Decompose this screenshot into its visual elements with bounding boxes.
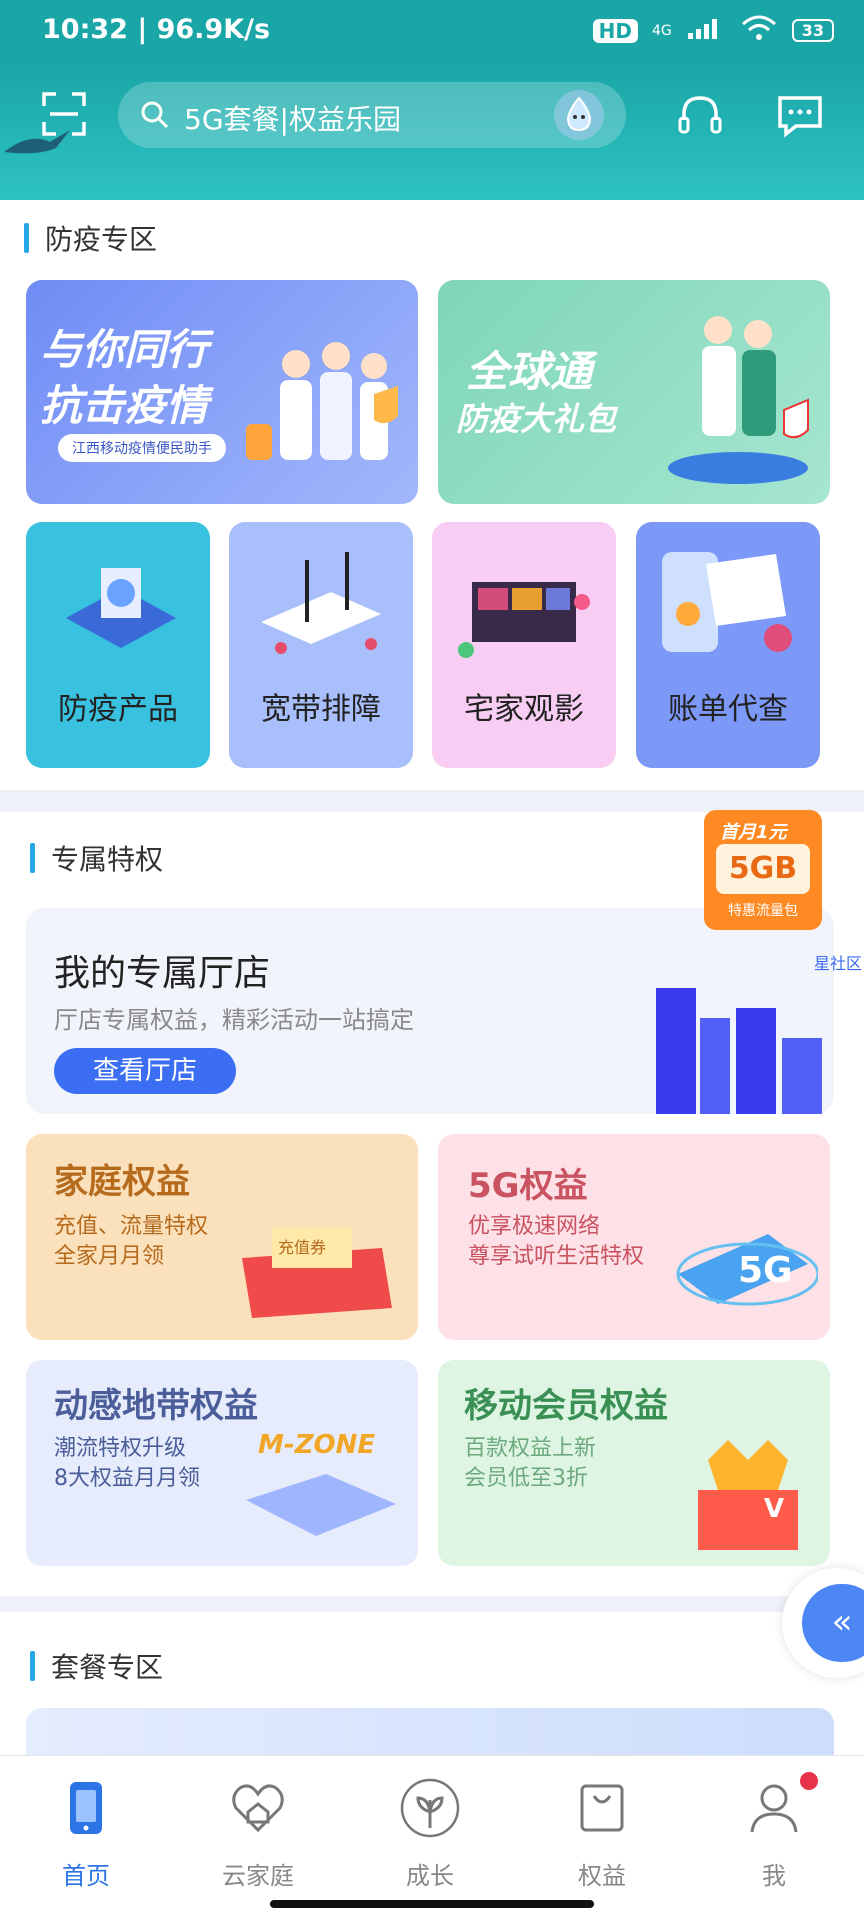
card-mzone-rights[interactable]: 动感地带权益 潮流特权升级 8大权益月月领 M-ZONE: [26, 1360, 418, 1566]
doctors-illustration: [246, 342, 398, 460]
banner-line1: 全球通: [466, 347, 593, 396]
home-indicator: [270, 1900, 594, 1908]
user-icon: [750, 1784, 798, 1833]
section-title-text: 套餐专区: [51, 1651, 164, 1684]
banner-line2: 抗击疫情: [40, 381, 209, 430]
card-title: 动感地带权益: [54, 1386, 258, 1426]
nav-label: 首页: [62, 1862, 110, 1890]
community-label: 星社区: [814, 954, 863, 973]
mzone-logo: M-ZONE: [258, 1430, 376, 1460]
epidemic-section: 防疫专区 与你同行 抗击疫情 江西移动疫情便民助手 全球通 防疫大礼包 防疫产品…: [0, 200, 864, 790]
section-title-text: 专属特权: [51, 843, 164, 876]
vip-mark: V: [764, 1494, 785, 1524]
bottom-nav: 首页 云家庭 成长 权益 我: [0, 1756, 864, 1920]
flow-package-badge[interactable]: 首月1元 5GB 特惠流量包: [704, 810, 822, 930]
nav-home[interactable]: 首页: [0, 1756, 172, 1920]
messages-button[interactable]: [776, 92, 824, 140]
banner-fight-epidemic[interactable]: 与你同行 抗击疫情 江西移动疫情便民助手: [26, 280, 418, 504]
card-member-rights[interactable]: 移动会员权益 百款权益上新 会员低至3折 V: [438, 1360, 830, 1566]
card-line2: 8大权益月月领: [54, 1466, 200, 1491]
status-bar: 10:32 | 96.9K/s HD 4G 33: [0, 0, 864, 64]
status-icons: HD 4G 33: [592, 14, 834, 47]
router-illustration: [261, 552, 381, 654]
view-store-button[interactable]: 查看厅店: [54, 1048, 236, 1094]
exclusive-section: 专属特权 我的专属厅店 厅店专属权益，精彩活动一站搞定 查看厅店 首月1元 5G…: [0, 810, 864, 1596]
platform-illustration: [246, 1474, 396, 1536]
tile-label: 账单代查: [668, 692, 788, 727]
nav-label: 我: [762, 1862, 786, 1890]
card-line1: 优享极速网络: [468, 1214, 601, 1239]
nav-growth[interactable]: 成长: [344, 1756, 516, 1920]
store-card[interactable]: 我的专属厅店 厅店专属权益，精彩活动一站搞定 查看厅店: [26, 908, 834, 1114]
nav-label: 权益: [578, 1862, 626, 1890]
card-title: 移动会员权益: [464, 1386, 668, 1426]
tile-epidemic-products[interactable]: 防疫产品: [26, 522, 210, 768]
badge-top-text: 首月1元: [720, 822, 787, 843]
scan-button[interactable]: [42, 92, 86, 136]
nav-label: 云家庭: [222, 1862, 294, 1890]
bill-illustration: [662, 552, 792, 652]
status-time: 10:32 | 96.9K/s: [42, 14, 271, 45]
tile-bill-query[interactable]: 账单代查: [636, 522, 820, 768]
card-title: 5G权益: [468, 1166, 588, 1206]
card-family-rights[interactable]: 家庭权益 充值、流量特权 全家月月领 充值券: [26, 1134, 418, 1340]
sprout-icon: [400, 1778, 460, 1838]
tv-illustration: [458, 582, 590, 658]
tile-home-movies[interactable]: 宅家观影: [432, 522, 616, 768]
heart-home-icon: [232, 1784, 284, 1833]
crown-gift-illustration: [698, 1440, 798, 1550]
card-line2: 全家月月领: [54, 1244, 165, 1269]
mascot-icon[interactable]: [554, 90, 604, 140]
notification-dot: [800, 1772, 818, 1790]
tile-broadband-fix[interactable]: 宽带排障: [229, 522, 413, 768]
card-line1: 充值、流量特权: [54, 1214, 209, 1239]
search-placeholder: 5G套餐|权益乐园: [184, 103, 401, 136]
section-title: 专属特权: [30, 838, 163, 878]
search-bar[interactable]: 5G套餐|权益乐园: [118, 82, 626, 148]
banner-line2: 防疫大礼包: [456, 400, 617, 438]
battery-icon: 33: [791, 19, 834, 42]
5g-mark: 5G: [738, 1250, 793, 1291]
banner-tag: 江西移动疫情便民助手: [58, 434, 226, 462]
signal-icon: [686, 15, 726, 46]
search-icon: [141, 101, 169, 129]
badge-sub-text: 特惠流量包: [728, 903, 798, 919]
tile-label: 防疫产品: [58, 692, 178, 727]
bag-icon: [580, 1784, 624, 1832]
tile-label: 宽带排障: [261, 692, 381, 727]
message-icon: [778, 96, 822, 138]
section-title-text: 防疫专区: [45, 223, 158, 256]
card-line2: 尊享试听生活特权: [468, 1244, 645, 1269]
card-5g-rights[interactable]: 5G权益 优享极速网络 尊享试听生活特权 5G: [438, 1134, 830, 1340]
banner-global-pack[interactable]: 全球通 防疫大礼包: [438, 280, 830, 504]
badge-main-text: 5GB: [716, 844, 810, 894]
wifi-icon: [740, 14, 778, 47]
tile-label: 宅家观影: [464, 692, 584, 727]
section-title: 套餐专区: [30, 1646, 163, 1686]
nav-rights[interactable]: 权益: [516, 1756, 688, 1920]
city-illustration: [656, 988, 822, 1114]
device-illustration: [66, 568, 176, 648]
network-label: 4G: [651, 22, 672, 39]
voucher-label: 充值券: [278, 1238, 327, 1257]
store-title: 我的专属厅店: [54, 953, 271, 994]
nav-cloud-family[interactable]: 云家庭: [172, 1756, 344, 1920]
nav-me[interactable]: 我: [688, 1756, 860, 1920]
card-line1: 潮流特权升级: [54, 1436, 187, 1461]
card-line2: 会员低至3折: [464, 1466, 588, 1491]
card-title: 家庭权益: [54, 1162, 190, 1202]
collapse-float-button[interactable]: «: [802, 1584, 864, 1662]
scan-icon: [42, 92, 86, 136]
nav-label: 成长: [406, 1862, 454, 1890]
medics-illustration: [668, 316, 809, 484]
section-title: 防疫专区: [24, 218, 157, 258]
phone-icon: [70, 1782, 102, 1834]
customer-service-button[interactable]: [676, 92, 724, 140]
store-subtitle: 厅店专属权益，精彩活动一站搞定: [54, 1006, 414, 1034]
banner-line1: 与你同行: [40, 325, 209, 374]
hd-badge: HD: [592, 18, 638, 43]
red-envelope-illustration: [242, 1228, 392, 1318]
card-line1: 百款权益上新: [464, 1436, 597, 1461]
headset-icon: [678, 96, 722, 134]
